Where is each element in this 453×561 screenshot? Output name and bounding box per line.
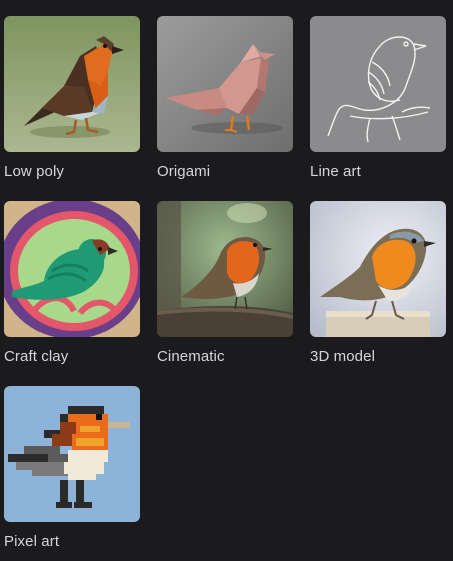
cinematic-robin-thumbnail — [157, 201, 293, 337]
style-label: Pixel art — [4, 533, 60, 550]
style-label: Low poly — [4, 163, 65, 180]
style-label: 3D model — [310, 348, 375, 365]
style-label: Line art — [310, 163, 361, 180]
style-option-low-poly[interactable]: Low poly — [4, 16, 140, 181]
style-option-craft-clay[interactable]: Craft clay — [4, 201, 140, 366]
style-option-cinematic[interactable]: Cinematic — [157, 201, 293, 366]
clay-bird-thumbnail — [4, 201, 140, 337]
style-option-line-art[interactable]: Line art — [310, 16, 446, 181]
style-grid: Low poly Origami Line art Craft clay Cin… — [0, 0, 453, 561]
low-poly-robin-thumbnail — [4, 16, 140, 152]
line-art-bird-thumbnail — [310, 16, 446, 152]
3d-robin-thumbnail — [310, 201, 446, 337]
style-label: Craft clay — [4, 348, 69, 365]
style-label: Cinematic — [157, 348, 225, 365]
style-option-origami[interactable]: Origami — [157, 16, 293, 181]
pixel-robin-thumbnail — [4, 386, 140, 522]
style-label: Origami — [157, 163, 211, 180]
style-option-3d-model[interactable]: 3D model — [310, 201, 446, 366]
style-option-pixel-art[interactable]: Pixel art — [4, 386, 140, 551]
origami-bird-thumbnail — [157, 16, 293, 152]
